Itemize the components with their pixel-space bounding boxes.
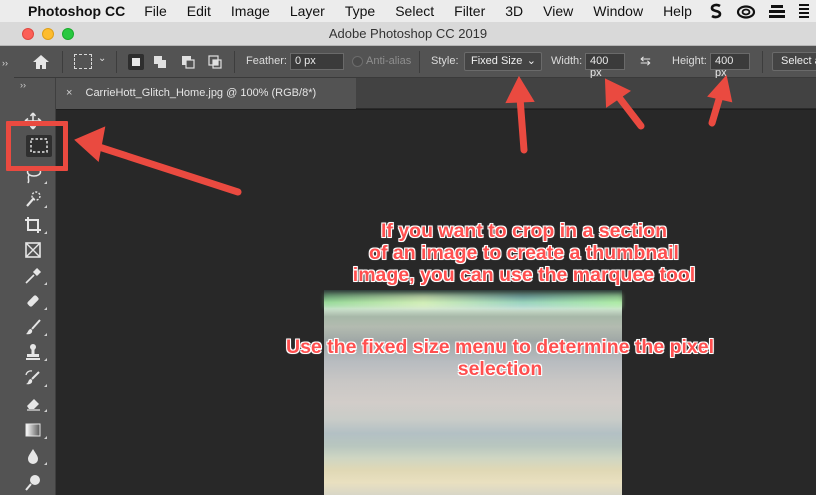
- eyedropper-tool-button[interactable]: [24, 267, 47, 285]
- intersect-selection-mode-button[interactable]: [207, 54, 223, 70]
- subtract-selection-icon: [182, 56, 195, 69]
- menu-type[interactable]: Type: [345, 3, 375, 19]
- annotation-line: selection: [457, 358, 543, 380]
- height-input[interactable]: 400 px: [710, 53, 750, 79]
- new-selection-mode-button[interactable]: [128, 54, 144, 70]
- stack-menu-icon[interactable]: [768, 3, 786, 19]
- healing-brush-tool-button[interactable]: [24, 292, 47, 310]
- style-select[interactable]: Fixed Size ⌄: [464, 52, 542, 71]
- tool-preset-marquee-icon[interactable]: [74, 54, 92, 69]
- history-brush-tool-button[interactable]: [24, 369, 47, 387]
- menu-image[interactable]: Image: [231, 3, 270, 19]
- window-title-bar: Adobe Photoshop CC 2019: [0, 22, 816, 46]
- menu-tray: [708, 0, 816, 22]
- menu-help[interactable]: Help: [663, 3, 692, 19]
- healing-brush-icon: [27, 295, 39, 307]
- select-and-mask-button[interactable]: Select a: [772, 52, 816, 71]
- style-label: Style:: [431, 55, 459, 67]
- subtract-from-selection-mode-button[interactable]: [180, 54, 196, 70]
- gradient-tool-button[interactable]: [24, 421, 47, 439]
- home-icon[interactable]: [30, 52, 52, 72]
- options-divider: [62, 51, 63, 73]
- bars-status-icon[interactable]: [798, 3, 810, 19]
- annotation-line: of an image to create a thumbnail: [369, 242, 679, 264]
- document-canvas[interactable]: [56, 110, 816, 495]
- document-tab-bar: × CarrieHott_Glitch_Home.jpg @ 100% (RGB…: [56, 78, 816, 109]
- clone-stamp-icon: [26, 344, 40, 360]
- annotation-marquee-tip: If you want to crop in a section of an i…: [244, 220, 804, 286]
- frame-icon: [25, 242, 41, 258]
- options-divider: [762, 51, 763, 73]
- crop-tool-button[interactable]: [24, 216, 47, 234]
- eraser-icon: [27, 399, 40, 411]
- frame-tool-button[interactable]: [24, 241, 44, 259]
- options-divider: [234, 51, 235, 73]
- history-brush-icon: [25, 370, 40, 385]
- feather-label: Feather:: [246, 55, 287, 67]
- collapsed-panel-strip: ››: [0, 46, 14, 495]
- close-tab-icon[interactable]: ×: [66, 87, 72, 99]
- quick-selection-tool-button[interactable]: [24, 190, 47, 208]
- image-glitch-band: [324, 294, 622, 308]
- swap-dimensions-icon[interactable]: ⇆: [640, 53, 651, 69]
- clone-stamp-tool-button[interactable]: [24, 343, 47, 361]
- document-tab-title: CarrieHott_Glitch_Home.jpg @ 100% (RGB/8…: [85, 87, 317, 99]
- eyedropper-icon: [25, 267, 42, 284]
- chevron-down-icon: ⌄: [526, 55, 536, 67]
- dodge-tool-button[interactable]: [24, 473, 44, 491]
- annotation-line: If you want to crop in a section: [380, 220, 668, 242]
- style-select-value: Fixed Size: [471, 55, 523, 67]
- feather-input[interactable]: 0 px: [290, 53, 344, 70]
- mac-menu-bar: Photoshop CC File Edit Image Layer Type …: [0, 0, 816, 22]
- status-s-icon[interactable]: [708, 3, 724, 19]
- menu-select[interactable]: Select: [395, 3, 434, 19]
- brush-icon: [26, 319, 41, 335]
- chevron-down-icon[interactable]: ⌄: [98, 53, 106, 64]
- width-input[interactable]: 400 px: [585, 53, 625, 79]
- blur-tool-button[interactable]: [24, 447, 47, 465]
- height-label: Height:: [672, 55, 707, 67]
- annotation-line: Use the fixed size menu to determine the…: [285, 336, 715, 358]
- tools-panel-collapse-icon[interactable]: ››: [20, 80, 26, 90]
- menu-layer[interactable]: Layer: [290, 3, 325, 19]
- eraser-tool-button[interactable]: [24, 394, 47, 412]
- menu-3d[interactable]: 3D: [505, 3, 523, 19]
- document-image[interactable]: [324, 290, 622, 495]
- options-divider: [116, 51, 117, 73]
- annotation-line: image, you can use the marquee tool: [352, 264, 696, 286]
- menu-file[interactable]: File: [144, 3, 167, 19]
- width-label: Width:: [551, 55, 583, 67]
- expand-panels-icon[interactable]: ››: [2, 58, 8, 68]
- new-selection-icon: [132, 58, 140, 66]
- quick-select-icon: [26, 191, 41, 207]
- menu-filter[interactable]: Filter: [454, 3, 485, 19]
- gradient-icon: [25, 423, 41, 437]
- menu-edit[interactable]: Edit: [187, 3, 211, 19]
- marquee-tool-highlight-box: [6, 121, 68, 171]
- brush-tool-button[interactable]: [24, 318, 47, 336]
- annotation-fixed-size-tip: Use the fixed size menu to determine the…: [200, 336, 800, 380]
- anti-alias-checkbox[interactable]: [352, 56, 363, 67]
- menu-app-name[interactable]: Photoshop CC: [28, 3, 125, 19]
- options-bar: ⌄ Feather: 0 px Anti-alias Style: Fixed …: [0, 46, 816, 79]
- blur-icon: [28, 449, 38, 464]
- document-tab[interactable]: × CarrieHott_Glitch_Home.jpg @ 100% (RGB…: [56, 78, 356, 109]
- menu-window[interactable]: Window: [593, 3, 643, 19]
- add-to-selection-mode-button[interactable]: [152, 54, 168, 70]
- options-divider: [419, 51, 420, 73]
- intersect-selection-icon: [208, 55, 222, 69]
- window-title: Adobe Photoshop CC 2019: [328, 26, 488, 41]
- dodge-icon: [25, 475, 40, 491]
- creative-cloud-icon[interactable]: [736, 3, 756, 19]
- add-selection-icon: [154, 56, 166, 68]
- anti-alias-label: Anti-alias: [366, 55, 412, 67]
- menu-view[interactable]: View: [543, 3, 573, 19]
- crop-icon: [25, 217, 41, 233]
